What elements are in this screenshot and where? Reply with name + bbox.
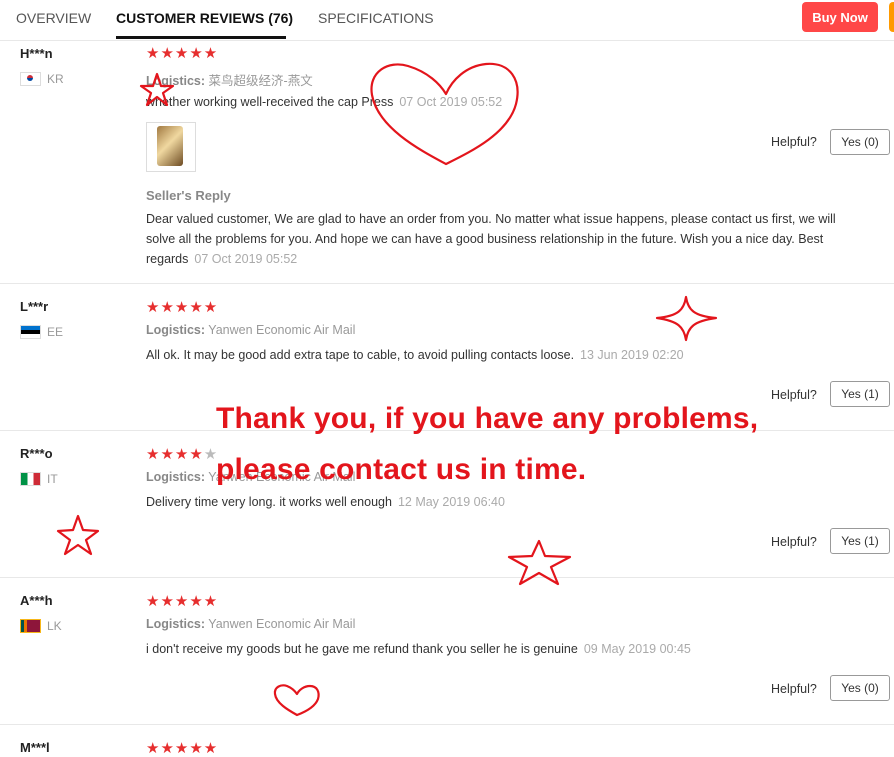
cart-button-edge[interactable] xyxy=(889,2,894,32)
seller-reply-date: 07 Oct 2019 05:52 xyxy=(194,252,298,266)
country-code: KR xyxy=(47,72,64,86)
review-text: i don't receive my goods but he gave me … xyxy=(146,642,691,656)
review-body: All ok. It may be good add extra tape to… xyxy=(146,348,575,362)
country-code: IT xyxy=(47,472,58,486)
logistics-info: Logistics: 菜鸟超级经济-燕文 xyxy=(146,70,313,89)
review-date: 07 Oct 2019 05:52 xyxy=(399,95,503,109)
logistics-value: Yanwen Economic Air Mail xyxy=(208,617,356,631)
flag-it-icon xyxy=(20,472,41,486)
review-photo-thumbnail[interactable] xyxy=(146,122,196,172)
reviewer-name: L***r xyxy=(20,299,49,314)
flag-kr-icon xyxy=(20,72,41,86)
annotation-line-2: please contact us in time. xyxy=(216,453,587,486)
star-rating: ★★★★★ xyxy=(146,45,219,62)
star-rating: ★★★★★ xyxy=(146,446,219,463)
review-date: 12 May 2019 06:40 xyxy=(397,495,505,509)
logistics-info: Logistics: Yanwen Economic Air Mail xyxy=(146,323,355,337)
review-text: whether working well-received the cap Pr… xyxy=(146,95,502,109)
review-item: A***h LK ★★★★★ Logistics: Yanwen Economi… xyxy=(0,578,894,725)
logistics-value: Yanwen Economic Air Mail xyxy=(208,323,356,337)
active-tab-indicator xyxy=(116,36,286,39)
helpful-label: Helpful? xyxy=(771,682,817,696)
flag-ee-icon xyxy=(20,325,41,339)
reviewer-country: IT xyxy=(20,472,58,486)
logistics-label: Logistics: xyxy=(146,617,206,631)
phone-image xyxy=(157,126,183,166)
logistics-label: Logistics: xyxy=(146,74,206,88)
reviewer-country: KR xyxy=(20,72,64,86)
helpful-label: Helpful? xyxy=(771,388,817,402)
helpful-yes-button[interactable]: Yes (0) xyxy=(830,129,890,155)
helpful-label: Helpful? xyxy=(771,135,817,149)
review-body: whether working well-received the cap Pr… xyxy=(146,95,394,109)
buy-now-button[interactable]: Buy Now xyxy=(802,2,878,32)
annotation-line-1: Thank you, if you have any problems, xyxy=(216,402,759,435)
review-body: Delivery time very long. it works well e… xyxy=(146,495,392,509)
country-code: EE xyxy=(47,325,64,339)
helpful-label: Helpful? xyxy=(771,535,817,549)
review-text: Delivery time very long. it works well e… xyxy=(146,495,505,509)
review-item: H***n KR ★★★★★ Logistics: 菜鸟超级经济-燕文 whet… xyxy=(0,41,894,284)
star-rating: ★★★★★ xyxy=(146,593,219,610)
reviewer-name: H***n xyxy=(20,46,53,61)
logistics-label: Logistics: xyxy=(146,323,206,337)
reviewer-name: M***l xyxy=(20,740,50,755)
star-rating: ★★★★★ xyxy=(146,740,219,757)
star-rating: ★★★★★ xyxy=(146,299,219,316)
tab-customer-reviews[interactable]: CUSTOMER REVIEWS (76) xyxy=(116,10,293,26)
seller-reply-title: Seller's Reply xyxy=(146,188,231,203)
review-text: All ok. It may be good add extra tape to… xyxy=(146,348,684,362)
review-date: 13 Jun 2019 02:20 xyxy=(580,348,684,362)
tab-specifications[interactable]: SPECIFICATIONS xyxy=(318,10,434,26)
helpful-yes-button[interactable]: Yes (1) xyxy=(830,528,890,554)
helpful-yes-button[interactable]: Yes (0) xyxy=(830,675,890,701)
reviewer-country: LK xyxy=(20,619,62,633)
reviewer-name: R***o xyxy=(20,446,53,461)
reviewer-country: EE xyxy=(20,325,63,339)
logistics-info: Logistics: Yanwen Economic Air Mail xyxy=(146,617,355,631)
helpful-yes-button[interactable]: Yes (1) xyxy=(830,381,890,407)
flag-lk-icon xyxy=(20,619,41,633)
country-code: LK xyxy=(47,619,62,633)
tab-overview[interactable]: OVERVIEW xyxy=(16,10,91,26)
review-body: i don't receive my goods but he gave me … xyxy=(146,642,578,656)
logistics-label: Logistics: xyxy=(146,470,206,484)
logistics-value: 菜鸟超级经济-燕文 xyxy=(208,74,313,88)
reviewer-name: A***h xyxy=(20,593,53,608)
review-item: M***l ★★★★★ xyxy=(0,725,894,757)
tab-bar: OVERVIEW CUSTOMER REVIEWS (76) SPECIFICA… xyxy=(0,0,894,41)
seller-reply-text: Dear valued customer, We are glad to hav… xyxy=(146,209,846,269)
review-date: 09 May 2019 00:45 xyxy=(583,642,691,656)
